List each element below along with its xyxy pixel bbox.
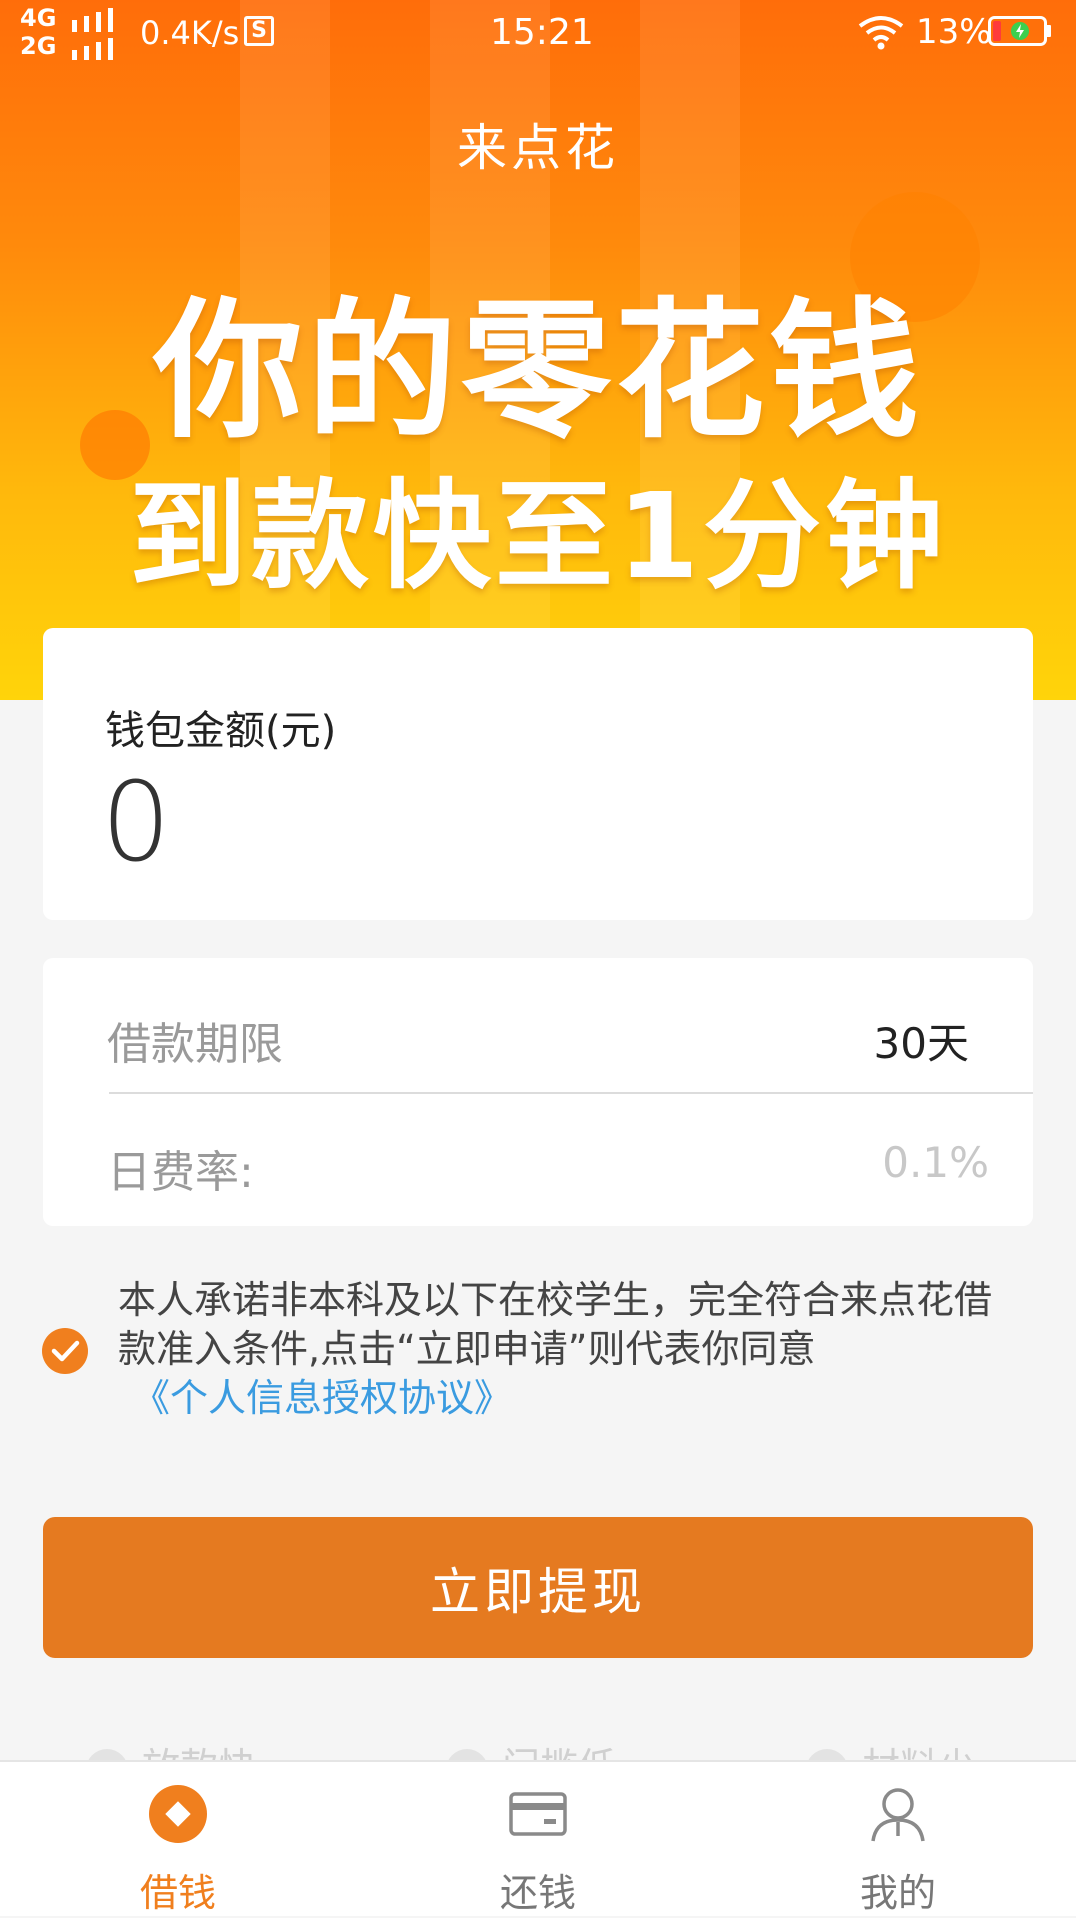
daily-rate-value: 0.1% (882, 1138, 989, 1187)
loan-info-card: 借款期限 30天 日费率: 0.1% (43, 958, 1033, 1226)
privacy-agreement-link[interactable]: 《个人信息授权协议》 (132, 1374, 1018, 1423)
tab-label: 我的 (859, 1871, 936, 1915)
tab-label: 借钱 (139, 1871, 216, 1915)
loan-term-value[interactable]: 30天 (874, 1010, 969, 1071)
network-type: 4G 2G (20, 4, 57, 60)
tab-mine[interactable]: 我的 (798, 1762, 998, 1918)
wallet-card: 钱包金额(元) 0 (43, 628, 1033, 920)
battery-icon (988, 16, 1051, 46)
network-speed: 0.4K/s (140, 14, 240, 52)
tab-repay[interactable]: 还钱 (438, 1762, 638, 1918)
app-title: 来点花 (457, 119, 619, 177)
agreement-text: 本人承诺非本科及以下在校学生，完全符合来点花借款准入条件,点击“立即申请”则代表… (118, 1276, 1018, 1423)
wallet-amount: 0 (101, 758, 171, 886)
diamond-icon (149, 1785, 207, 1843)
clock: 15:21 (490, 12, 594, 53)
battery-percent: 13% (916, 12, 992, 52)
user-icon (871, 1788, 925, 1842)
s-icon: S (244, 16, 274, 46)
signal-icon (72, 8, 113, 60)
card-icon (509, 1792, 567, 1836)
bottom-tab-bar: 借钱 还钱 我的 (0, 1760, 1076, 1916)
agreement-checkbox[interactable] (42, 1328, 88, 1374)
tab-label: 还钱 (499, 1871, 576, 1915)
loan-term-label: 借款期限 (107, 1019, 283, 1070)
daily-rate-label: 日费率: (107, 1147, 254, 1198)
banner: 4G 2G 0.4K/s S 15:21 13% 来点花 你的零花钱 到款快至1… (0, 0, 1076, 700)
status-bar: 4G 2G 0.4K/s S 15:21 13% (0, 0, 1076, 66)
withdraw-button[interactable]: 立即提现 (43, 1517, 1033, 1658)
wifi-icon (858, 16, 904, 50)
agreement-statement: 本人承诺非本科及以下在校学生，完全符合来点花借款准入条件,点击“立即申请”则代表… (118, 1278, 993, 1371)
checkmark-icon (51, 1340, 80, 1362)
wallet-label: 钱包金额(元) (105, 708, 337, 754)
tab-borrow[interactable]: 借钱 (78, 1762, 278, 1918)
divider (109, 1092, 1033, 1094)
banner-subheadline: 到款快至1分钟 (128, 467, 948, 605)
banner-headline: 你的零花钱 (152, 285, 923, 459)
